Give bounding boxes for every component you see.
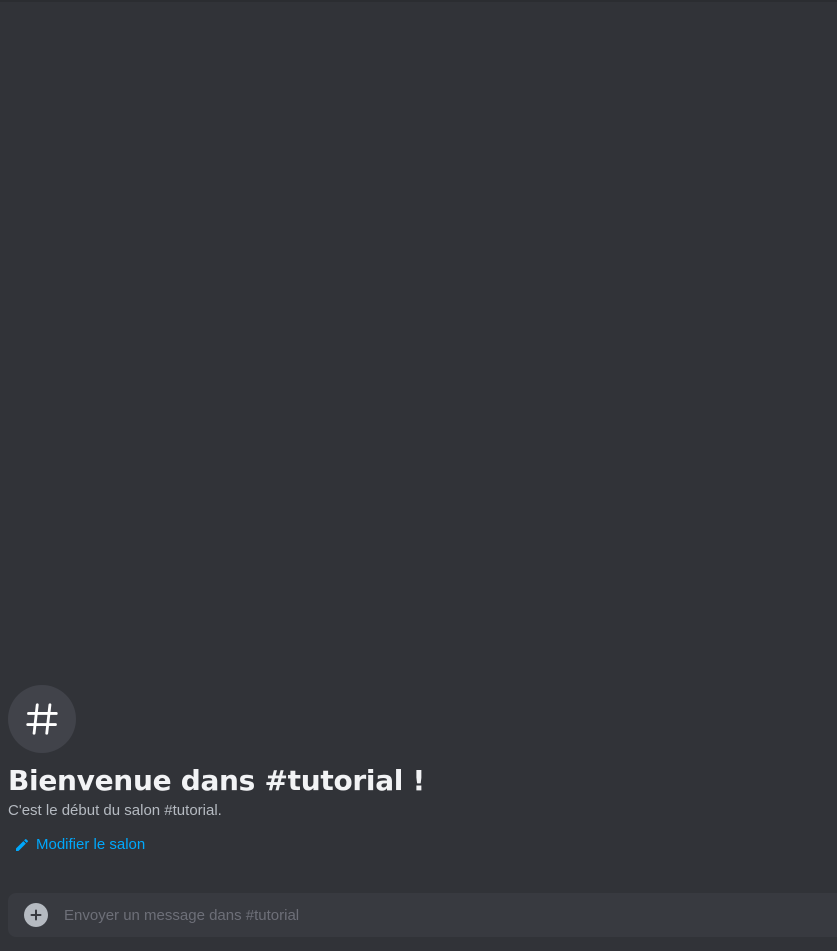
pencil-icon	[16, 838, 29, 851]
channel-welcome: Bienvenue dans #tutorial ! C'est le débu…	[8, 685, 828, 857]
message-composer	[8, 893, 837, 937]
welcome-title: Bienvenue dans #tutorial !	[8, 764, 426, 797]
plus-circle-icon[interactable]	[24, 903, 48, 927]
channel-avatar	[8, 685, 76, 753]
edit-channel-label: Modifier le salon	[36, 836, 146, 853]
hash-icon	[26, 703, 58, 735]
edit-channel-link[interactable]: Modifier le salon	[8, 835, 145, 855]
welcome-subtitle: C'est le début du salon #tutorial.	[8, 802, 222, 819]
chat-message-area: Bienvenue dans #tutorial ! C'est le débu…	[0, 2, 837, 880]
message-input[interactable]	[64, 893, 837, 937]
